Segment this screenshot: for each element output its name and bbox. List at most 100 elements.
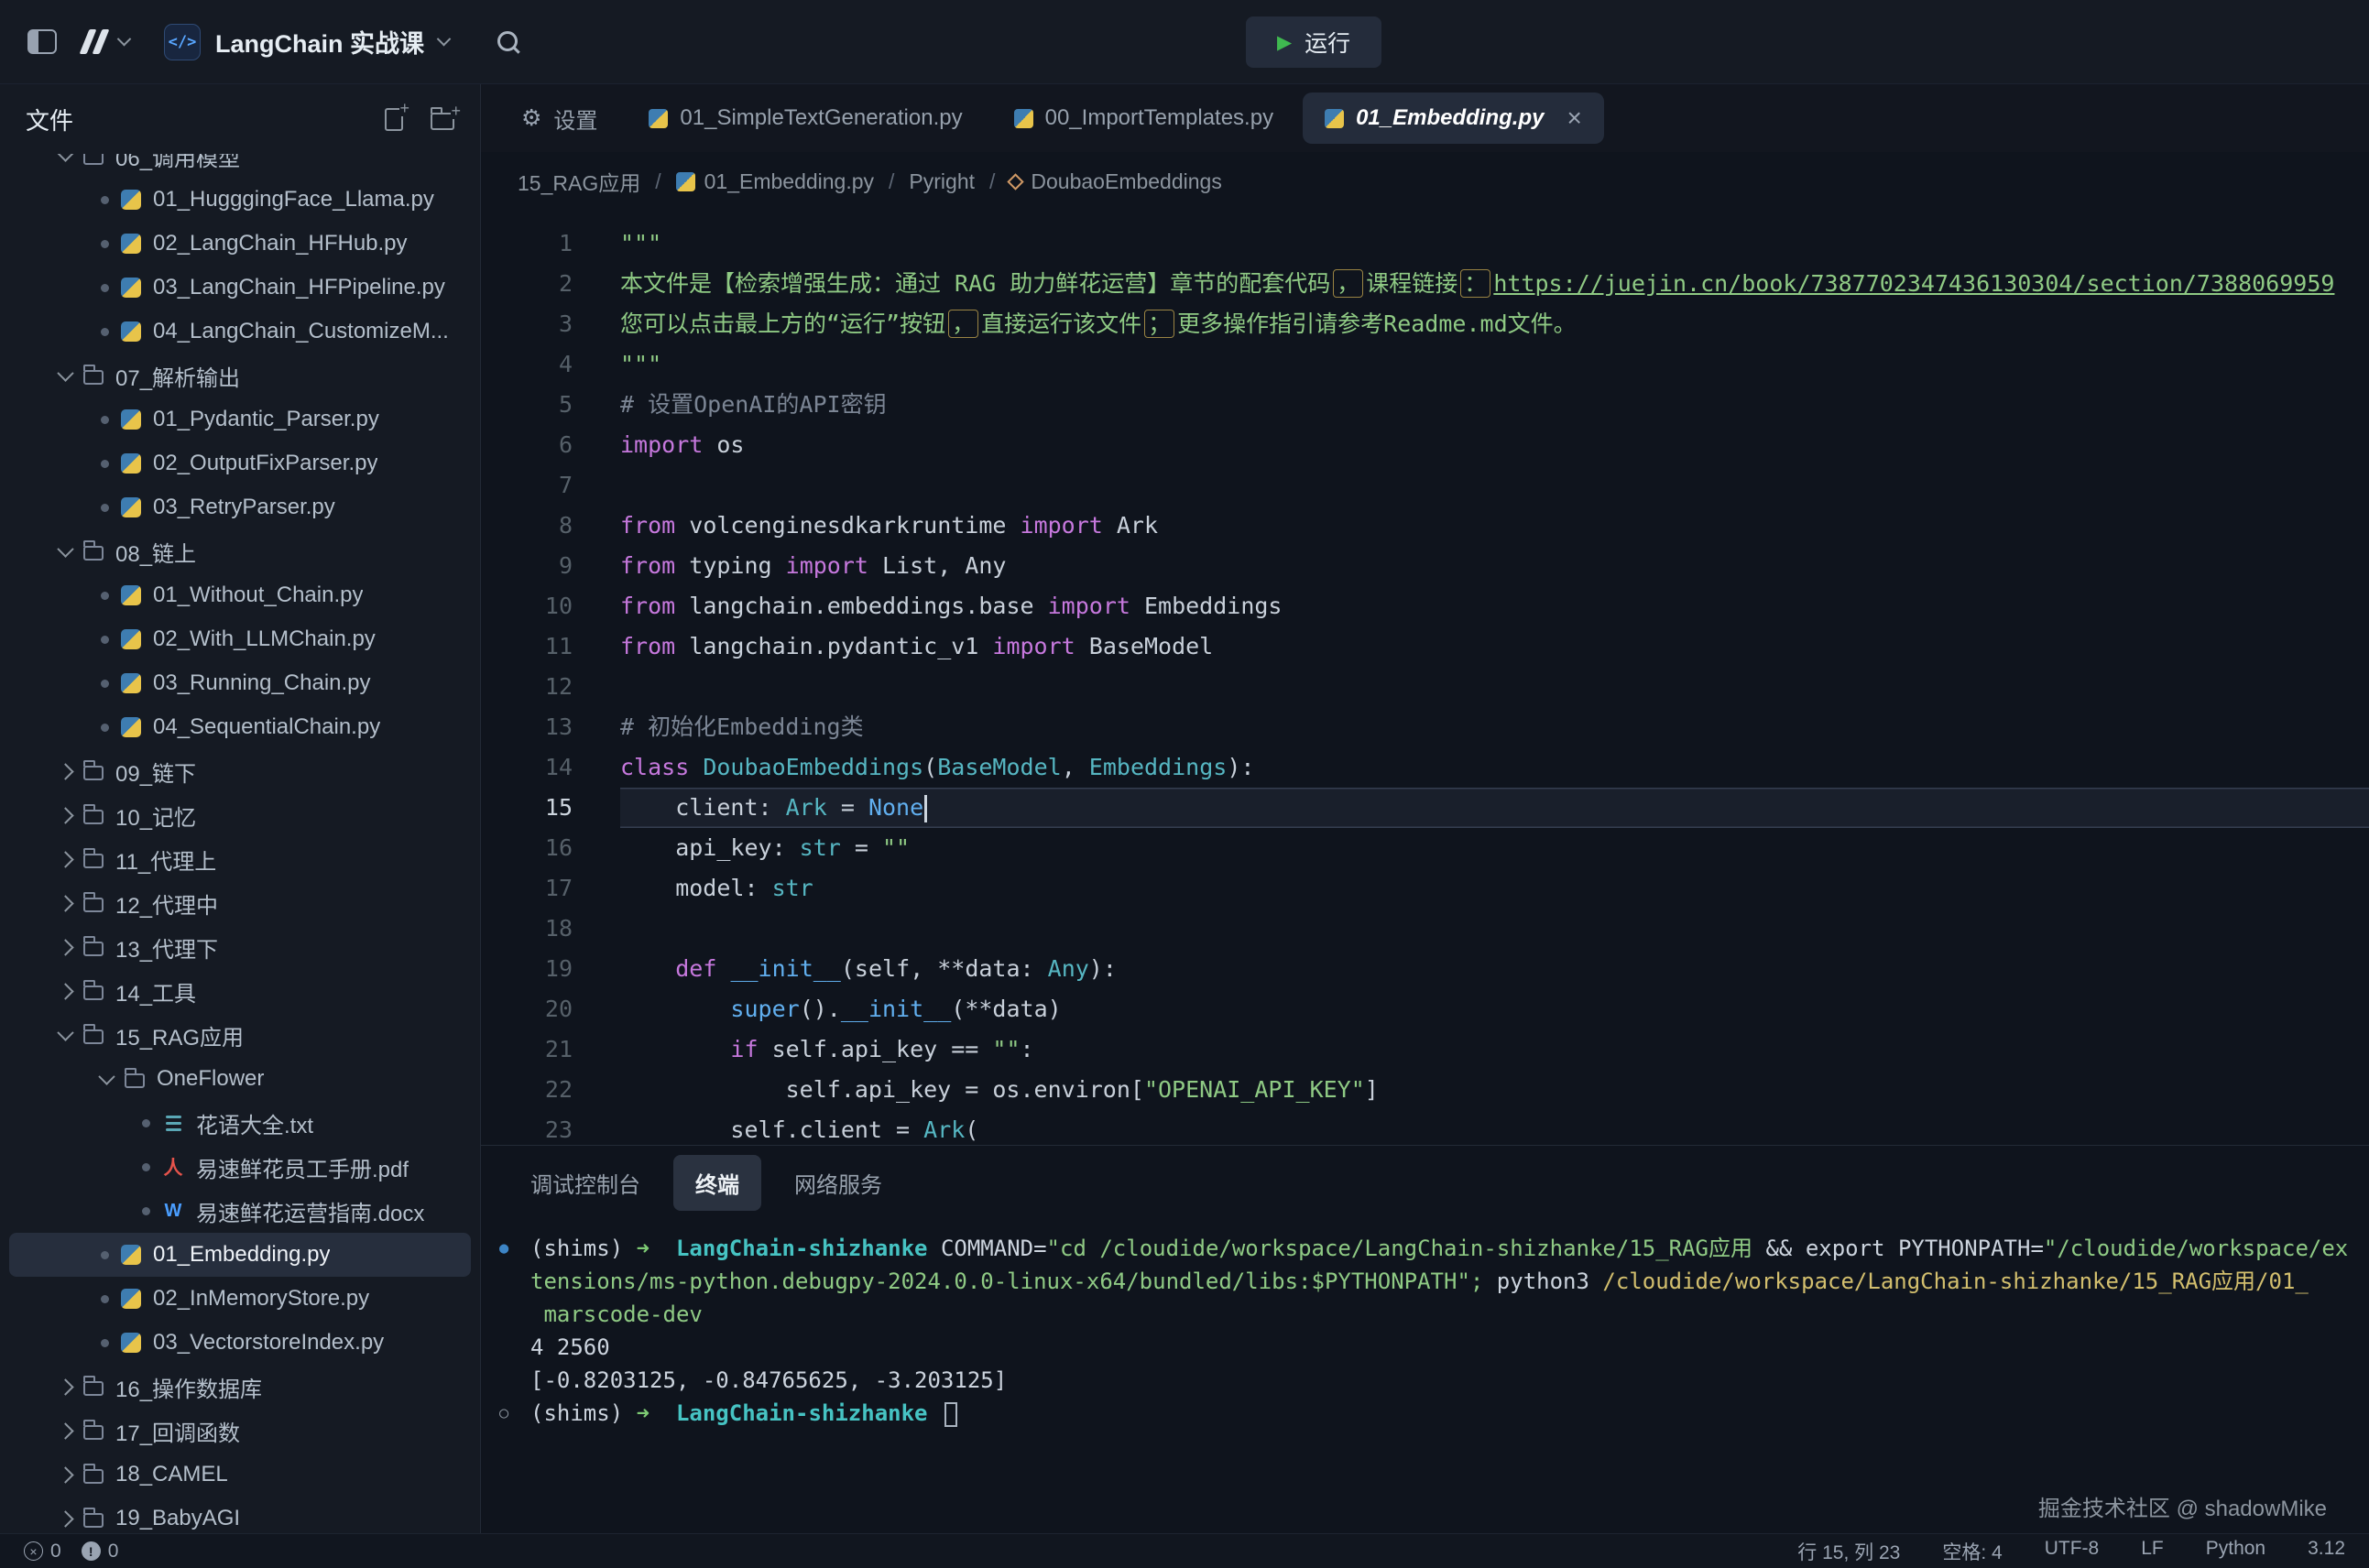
py-file-icon [121, 717, 141, 737]
code-line: api_key: str = "" [620, 828, 2369, 868]
breadcrumb: 15_RAG应用/01_Embedding.py/Pyright/DoubaoE… [481, 152, 2369, 211]
app-logo-icon[interactable] [84, 29, 104, 54]
py-file-icon [121, 278, 141, 298]
tree-folder-11_代理上[interactable]: 11_代理上 [9, 837, 471, 881]
tree-file-02_InMemoryStore.py[interactable]: 02_InMemoryStore.py [9, 1277, 471, 1321]
tree-item-label: 02_With_LLMChain.py [153, 626, 376, 652]
panel-tab-网络服务[interactable]: 网络服务 [772, 1155, 904, 1211]
line-number: 13 [481, 707, 573, 747]
panel-tab-调试控制台[interactable]: 调试控制台 [508, 1155, 662, 1211]
search-icon[interactable] [495, 28, 522, 56]
project-title[interactable]: LangChain 实战课 [215, 24, 424, 60]
tree-folder-10_记忆[interactable]: 10_记忆 [9, 793, 471, 837]
editor-tab-设置[interactable]: 设置 [499, 93, 619, 144]
editor-tab-01_Embedding.py[interactable]: 01_Embedding.py× [1303, 93, 1604, 144]
breadcrumb-item-15_RAG应用[interactable]: 15_RAG应用 [518, 166, 640, 197]
file-status-dot-icon [142, 1163, 150, 1171]
tree-file-04_LangChain_CustomizeM...[interactable]: 04_LangChain_CustomizeM... [9, 310, 471, 354]
breadcrumb-item-01_Embedding.py[interactable]: 01_Embedding.py [676, 169, 874, 194]
tree-folder-07_解析输出[interactable]: 07_解析输出 [9, 354, 471, 397]
tree-file-01_Embedding.py[interactable]: 01_Embedding.py [9, 1233, 471, 1277]
tree-file-03_VectorstoreIndex.py[interactable]: 03_VectorstoreIndex.py [9, 1321, 471, 1365]
breadcrumb-item-Pyright[interactable]: Pyright [909, 169, 975, 194]
file-status-dot-icon [101, 724, 109, 732]
code-line: model: str [620, 868, 2369, 909]
panel-tab-终端[interactable]: 终端 [673, 1155, 761, 1211]
tree-folder-15_RAG应用[interactable]: 15_RAG应用 [9, 1013, 471, 1057]
tree-item-label: 06_调用模型 [115, 154, 240, 172]
tree-file-02_With_LLMChain.py[interactable]: 02_With_LLMChain.py [9, 617, 471, 661]
chevron-down-icon[interactable] [437, 32, 452, 47]
code-line: self.client = Ark( [620, 1110, 2369, 1145]
line-number: 17 [481, 868, 573, 909]
code-line: # 初始化Embedding类 [620, 707, 2369, 747]
tree-folder-08_链上[interactable]: 08_链上 [9, 529, 471, 573]
tree-file-易速鲜花员工手册.pdf[interactable]: 易速鲜花员工手册.pdf [9, 1145, 471, 1189]
tree-item-label: 11_代理上 [115, 844, 216, 876]
code-line: 本文件是【检索增强生成：通过 RAG 助力鲜花运营】章节的配套代码，课程链接：h… [620, 264, 2369, 304]
problems-errors[interactable]: × 0 [24, 1541, 61, 1563]
line-number: 23 [481, 1110, 573, 1145]
tree-file-01_HugggingFace_Llama.py[interactable]: 01_HugggingFace_Llama.py [9, 178, 471, 222]
tree-folder-19_BabyAGI[interactable]: 19_BabyAGI [9, 1497, 471, 1533]
tree-file-03_LangChain_HFPipeline.py[interactable]: 03_LangChain_HFPipeline.py [9, 266, 471, 310]
line-number: 9 [481, 546, 573, 586]
status-eol[interactable]: LF [2141, 1538, 2164, 1565]
tree-folder-12_代理中[interactable]: 12_代理中 [9, 881, 471, 925]
problems-warnings[interactable]: ! 0 [82, 1541, 119, 1563]
file-status-dot-icon [101, 592, 109, 600]
tree-folder-17_回调函数[interactable]: 17_回调函数 [9, 1409, 471, 1453]
sidebar-toggle-icon[interactable] [27, 29, 57, 54]
tree-file-花语大全.txt[interactable]: 花语大全.txt [9, 1101, 471, 1145]
status-encoding[interactable]: UTF-8 [2045, 1538, 2100, 1565]
tree-file-03_Running_Chain.py[interactable]: 03_Running_Chain.py [9, 661, 471, 705]
editor-tab-00_ImportTemplates.py[interactable]: 00_ImportTemplates.py [992, 93, 1295, 144]
warning-count: 0 [108, 1541, 119, 1563]
tree-file-易速鲜花运营指南.docx[interactable]: 易速鲜花运营指南.docx [9, 1189, 471, 1233]
tab-label: 设置 [553, 103, 597, 135]
tree-item-label: 01_Embedding.py [153, 1242, 330, 1268]
status-interpreter[interactable]: 3.12 [2308, 1538, 2345, 1565]
status-cursor-position[interactable]: 行 15, 列 23 [1797, 1538, 1900, 1565]
tree-folder-13_代理下[interactable]: 13_代理下 [9, 925, 471, 969]
line-number: 11 [481, 626, 573, 667]
folder-icon [83, 1381, 104, 1396]
tree-file-03_RetryParser.py[interactable]: 03_RetryParser.py [9, 485, 471, 529]
tree-file-04_SequentialChain.py[interactable]: 04_SequentialChain.py [9, 705, 471, 749]
code-content[interactable]: """本文件是【检索增强生成：通过 RAG 助力鲜花运营】章节的配套代码，课程链… [600, 223, 2369, 1145]
chevron-right-icon [57, 1422, 73, 1439]
tree-item-label: 02_LangChain_HFHub.py [153, 231, 408, 256]
code-editor[interactable]: 1234567891011121314151617181920212223 ""… [481, 211, 2369, 1145]
code-line [620, 909, 2369, 949]
folder-icon [83, 898, 104, 912]
new-folder-icon[interactable] [431, 113, 454, 130]
tree-folder-14_工具[interactable]: 14_工具 [9, 969, 471, 1013]
tree-folder-OneFlower[interactable]: OneFlower [9, 1057, 471, 1101]
file-status-dot-icon [101, 1295, 109, 1303]
tree-folder-09_链下[interactable]: 09_链下 [9, 749, 471, 793]
chevron-down-icon[interactable] [117, 32, 132, 47]
watermark: 掘金技术社区 @ shadowMike [2038, 1490, 2327, 1522]
py-file-icon [121, 585, 141, 605]
new-file-icon[interactable] [385, 108, 403, 131]
chevron-right-icon [57, 807, 73, 823]
terminal[interactable]: ●(shims) ➜ LangChain-shizhanke COMMAND="… [481, 1219, 2369, 1533]
line-number: 7 [481, 465, 573, 506]
tree-folder-16_操作数据库[interactable]: 16_操作数据库 [9, 1365, 471, 1409]
command-pending-icon: ○ [499, 1397, 508, 1430]
tree-file-02_LangChain_HFHub.py[interactable]: 02_LangChain_HFHub.py [9, 222, 471, 266]
tree-folder-06_调用模型[interactable]: 06_调用模型 [9, 154, 471, 178]
tree-file-02_OutputFixParser.py[interactable]: 02_OutputFixParser.py [9, 441, 471, 485]
tree-file-01_Pydantic_Parser.py[interactable]: 01_Pydantic_Parser.py [9, 397, 471, 441]
status-indentation[interactable]: 空格: 4 [1942, 1538, 2002, 1565]
tree-file-01_Without_Chain.py[interactable]: 01_Without_Chain.py [9, 573, 471, 617]
run-button[interactable]: ▶ 运行 [1246, 16, 1381, 68]
terminal-line: ●(shims) ➜ LangChain-shizhanke COMMAND="… [496, 1232, 2369, 1265]
editor-tab-01_SimpleTextGeneration.py[interactable]: 01_SimpleTextGeneration.py [627, 93, 984, 144]
breadcrumb-label: 01_Embedding.py [704, 169, 874, 194]
breadcrumb-item-DoubaoEmbeddings[interactable]: DoubaoEmbeddings [1010, 169, 1221, 194]
tree-folder-18_CAMEL[interactable]: 18_CAMEL [9, 1453, 471, 1497]
status-language[interactable]: Python [2206, 1538, 2265, 1565]
close-icon[interactable]: × [1567, 103, 1581, 133]
tree-item-label: 04_SequentialChain.py [153, 714, 380, 740]
